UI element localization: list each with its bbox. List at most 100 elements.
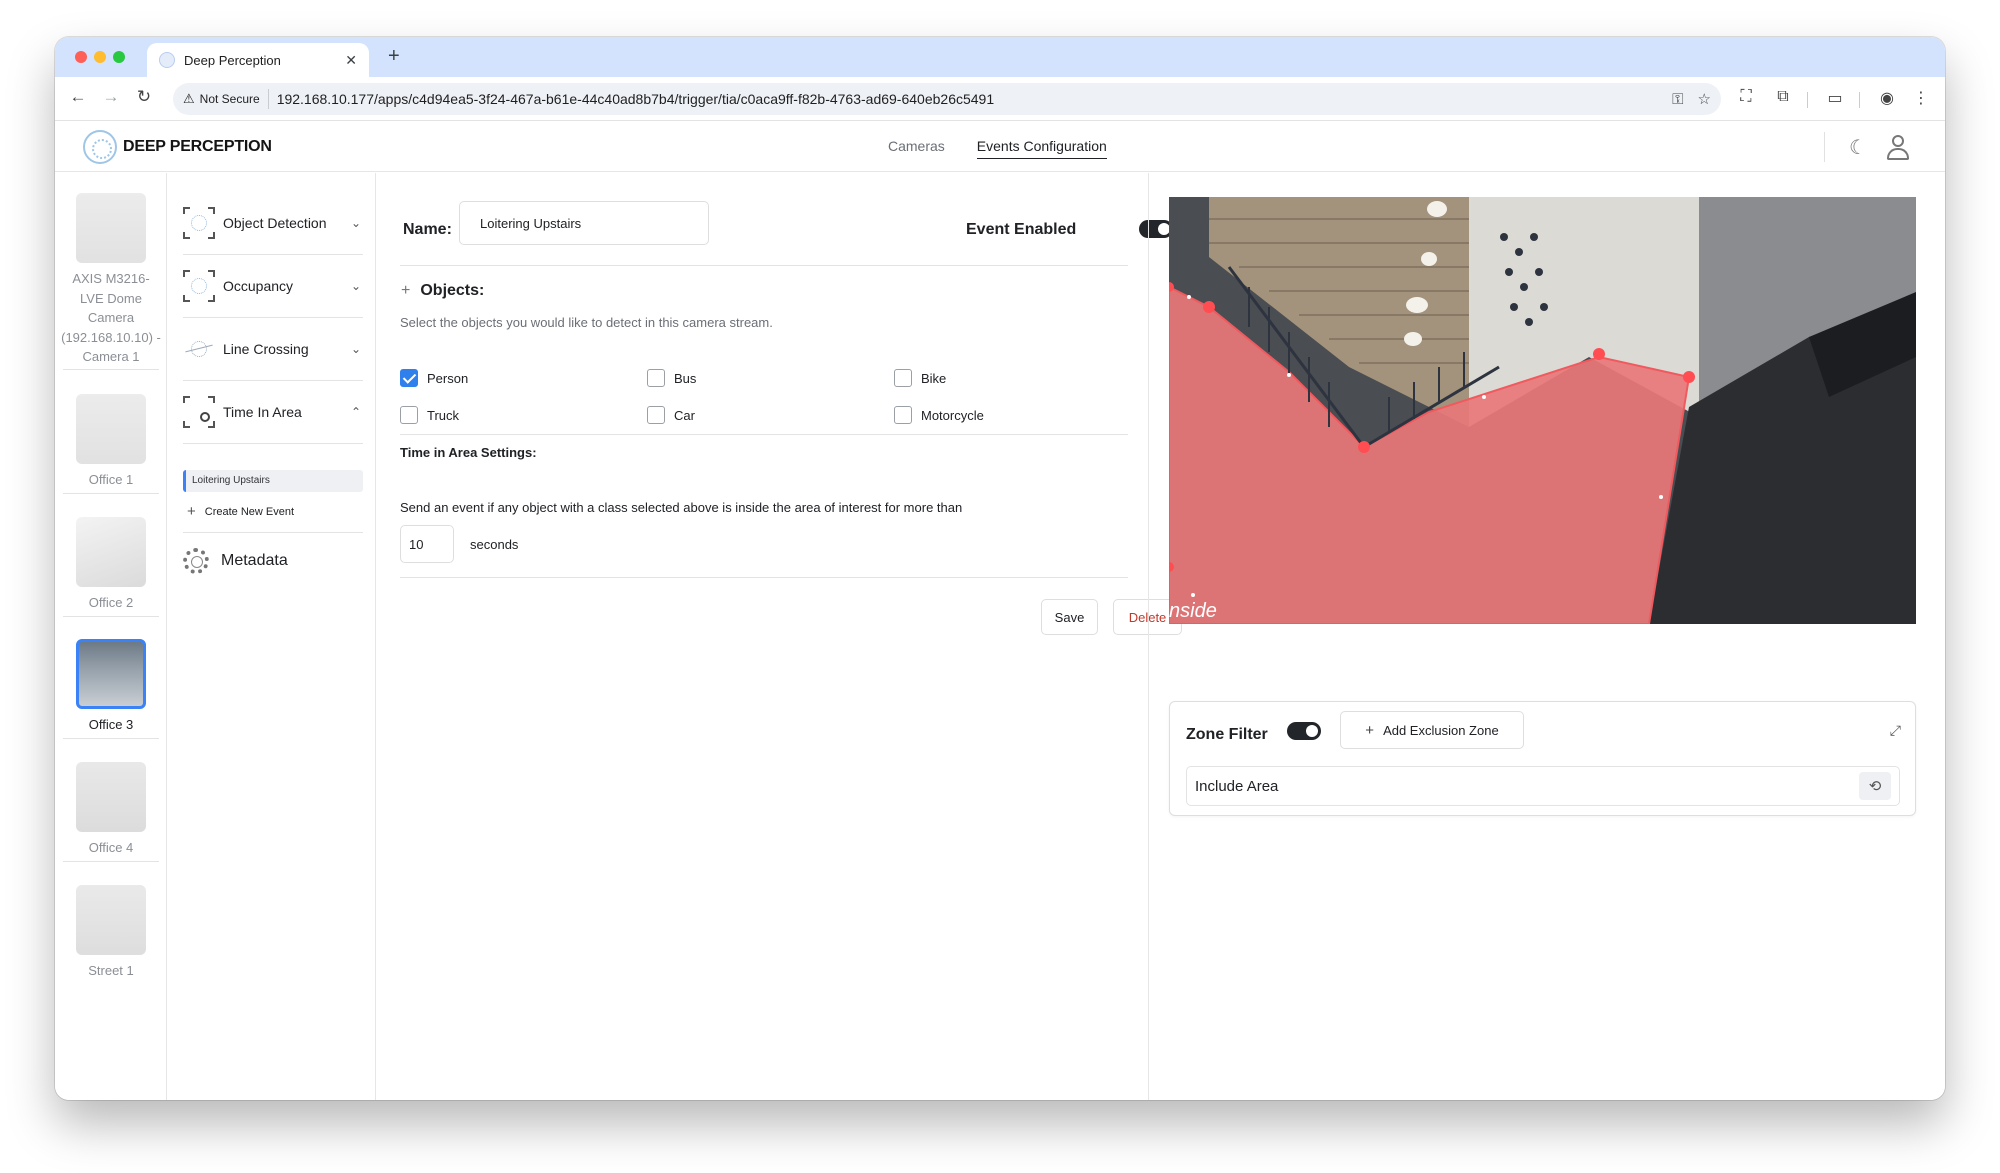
header-divider [1824,132,1825,162]
checkbox-car[interactable]: Car [647,406,695,424]
nav-events-configuration[interactable]: Events Configuration [976,138,1107,159]
brain-logo-icon [83,130,117,164]
nav-cameras[interactable]: Cameras [888,138,945,159]
menu-time-in-area[interactable]: Time In Area ⌃ [183,393,363,431]
checkbox[interactable] [400,369,418,387]
plus-icon: + [187,503,196,520]
create-new-label: Create New Event [204,505,295,518]
camera-label: Office 2 [88,595,134,610]
chevron-down-icon[interactable]: ⌄ [349,279,363,293]
profile-icon[interactable]: ◉ [1876,88,1898,108]
tia-settings-title: Time in Area Settings: [400,445,537,460]
time-in-area-icon [183,396,215,428]
minimize-window-button[interactable] [94,51,106,63]
app-header: DEEP PERCEPTION Cameras Events Configura… [55,122,1945,172]
checkbox-motorcycle[interactable]: Motorcycle [894,406,984,424]
event-name-input[interactable] [459,201,709,245]
plus-icon: + [1365,721,1375,739]
menu-object-detection[interactable]: Object Detection ⌄ [183,204,363,242]
name-label: Name: [403,221,452,238]
checkbox[interactable] [647,369,665,387]
extensions-icon[interactable]: ⧉ [1772,88,1794,106]
tia-description: Send an event if any object with a class… [400,500,963,515]
checkbox-truck[interactable]: Truck [400,406,459,424]
browser-toolbar: ← → ↻ ⚠ Not Secure 192.168.10.177/apps/c… [55,77,1945,121]
url-text[interactable]: 192.168.10.177/apps/c4d94ea5-3f24-467a-b… [277,91,1658,107]
camera-item[interactable]: Office 4 [61,762,161,858]
expand-icon[interactable]: ⤢ [1890,722,1901,739]
checkbox-label: Motorcycle [921,407,984,423]
seconds-input[interactable] [400,525,454,563]
menu-kebab-icon[interactable]: ⋮ [1910,88,1932,108]
checkbox[interactable] [400,406,418,424]
chevron-down-icon[interactable]: ⌄ [349,342,363,356]
dark-mode-moon-icon[interactable]: ☾ [1846,135,1870,160]
zone-filter-toggle[interactable] [1287,722,1321,740]
camera-item[interactable]: Street 1 [61,885,161,981]
menu-line-crossing[interactable]: Line Crossing ⌄ [183,330,363,368]
objects-header[interactable]: + Objects: [401,282,484,300]
password-key-icon[interactable]: ⚿ [1672,91,1683,108]
forward-icon[interactable]: → [100,87,122,107]
favicon-icon [159,52,175,68]
brand[interactable]: DEEP PERCEPTION [83,130,272,164]
menu-divider [183,443,363,444]
menu-metadata[interactable]: Metadata [183,548,288,574]
checkbox-bike[interactable]: Bike [894,369,946,387]
include-area-row[interactable]: Include Area ⟲ [1186,766,1900,806]
menu-label: Occupancy [223,278,294,294]
menu-divider [183,380,363,381]
preview-pane: nside Zone Filter + Add Exclusion Zone ⤢… [1148,173,1945,1100]
screenshot-icon[interactable]: ⛶ [1735,88,1757,106]
checkbox[interactable] [894,369,912,387]
camera-list: AXIS M3216-LVE Dome Camera (192.168.10.1… [55,173,167,1100]
camera-thumbnail [76,394,146,464]
add-exclusion-zone-button[interactable]: + Add Exclusion Zone [1340,711,1524,749]
camera-thumbnail [76,762,146,832]
camera-preview[interactable]: nside [1169,197,1916,624]
toolbar-divider [1807,92,1808,108]
new-tab-button[interactable]: + [388,45,400,68]
security-label: Not Secure [199,92,260,106]
chevron-down-icon[interactable]: ⌄ [349,216,363,230]
camera-item[interactable]: Office 1 [61,394,161,490]
checkbox-label: Bike [921,370,947,386]
browser-tab[interactable]: Deep Perception ✕ [147,43,369,77]
checkbox-label: Car [674,407,695,423]
reset-zone-icon[interactable]: ⟲ [1859,772,1891,800]
app-root: DEEP PERCEPTION Cameras Events Configura… [55,122,1945,1100]
close-window-button[interactable] [75,51,87,63]
cast-icon[interactable]: ▭ [1824,88,1846,108]
checkbox[interactable] [894,406,912,424]
maximize-window-button[interactable] [113,51,125,63]
tab-close-icon[interactable]: ✕ [345,52,357,69]
metadata-label: Metadata [221,552,288,569]
checkbox[interactable] [647,406,665,424]
camera-label: AXIS M3216-LVE Dome Camera (192.168.10.1… [61,271,161,364]
create-new-event-button[interactable]: + Create New Event [187,503,294,520]
camera-item[interactable]: AXIS M3216-LVE Dome Camera (192.168.10.1… [61,193,161,367]
menu-label: Time In Area [223,404,302,420]
camera-item[interactable]: Office 3 [61,639,161,735]
camera-item[interactable]: Office 2 [61,517,161,613]
bookmark-star-icon[interactable]: ☆ [1698,90,1711,108]
security-indicator[interactable]: ⚠ Not Secure [183,89,269,109]
checkbox-bus[interactable]: Bus [647,369,696,387]
user-account-icon[interactable] [1886,134,1910,160]
brand-name: DEEP PERCEPTION [123,138,272,155]
checkbox-person[interactable]: Person [400,369,468,387]
warning-icon: ⚠ [183,91,195,106]
zone-filter-panel: Zone Filter + Add Exclusion Zone ⤢ Inclu… [1169,701,1916,816]
reload-icon[interactable]: ↻ [133,87,155,107]
section-divider [400,577,1128,578]
include-area-label: Include Area [1195,777,1279,795]
chevron-up-icon[interactable]: ⌃ [349,405,363,419]
add-exclusion-zone-label: Add Exclusion Zone [1383,722,1499,738]
zone-filter-label: Zone Filter [1186,726,1268,743]
save-button[interactable]: Save [1041,599,1098,635]
address-bar[interactable]: ⚠ Not Secure 192.168.10.177/apps/c4d94ea… [173,83,1721,115]
menu-occupancy[interactable]: Occupancy ⌄ [183,267,363,305]
menu-label: Line Crossing [223,341,309,357]
event-item-loitering-upstairs[interactable]: Loitering Upstairs [183,470,363,492]
back-icon[interactable]: ← [67,87,89,107]
